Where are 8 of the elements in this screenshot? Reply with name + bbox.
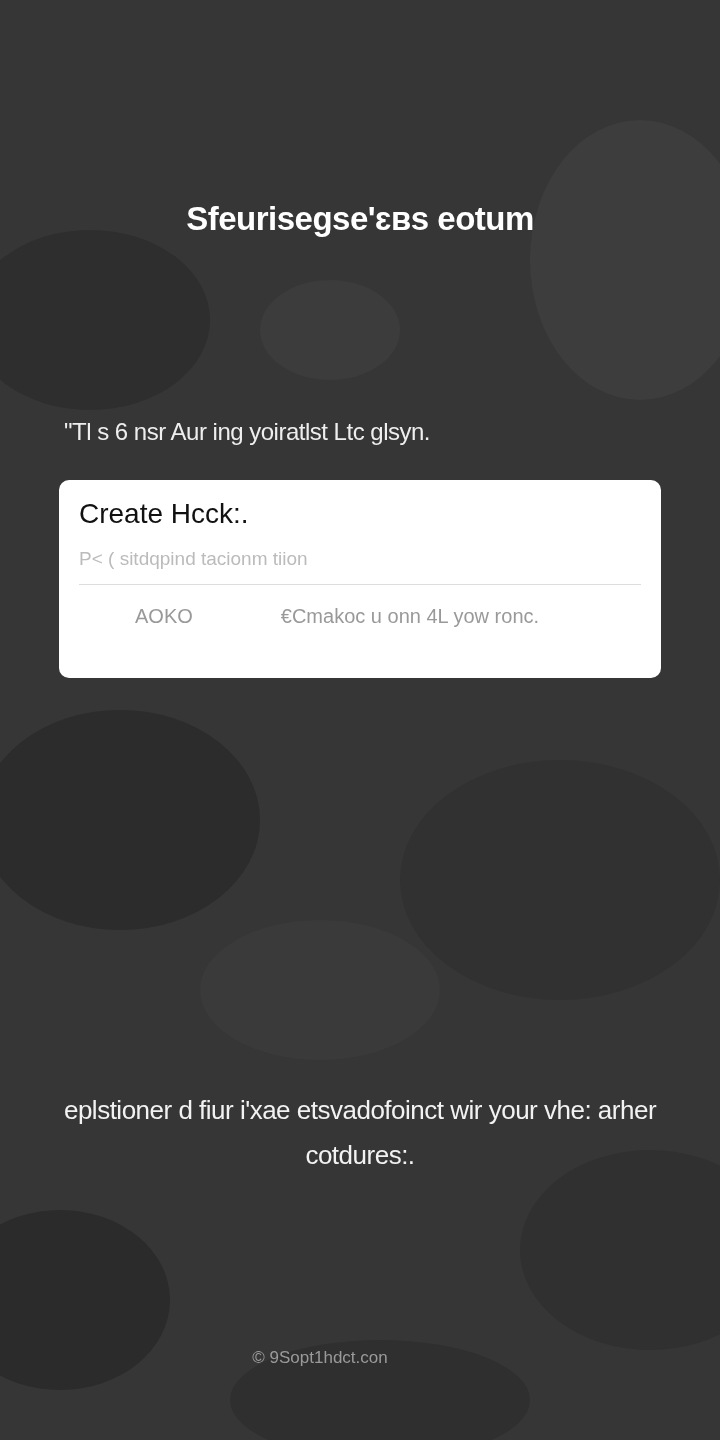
message-text: eplstioner d fiur i'xae etsvadofoinct wir your vhe: arher cotdures:. (62, 1094, 658, 1172)
footer-text: © 9Sopt1hdct.con (252, 1348, 388, 1368)
dialog-button[interactable]: AOKO (135, 601, 193, 632)
dialog-title: Create Hcck:. (79, 498, 249, 530)
page-title: Sfeurisegse'ɛʙs eotum (186, 200, 534, 238)
dialog-button[interactable]: €Cmakoc u onn 4L yow ronc. (280, 601, 540, 632)
input-field[interactable]: P< ( sitdqpind tacionm tiion (79, 534, 641, 585)
subtitle: "Tl s 6 nsr Aur ing yoiratlst Ltc glsyn. (64, 418, 430, 446)
